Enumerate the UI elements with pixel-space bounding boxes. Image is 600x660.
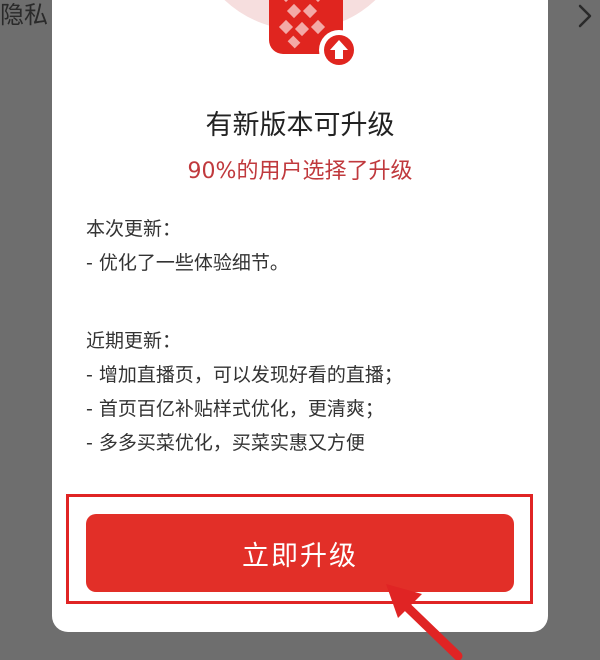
pinduoduo-app-icon bbox=[269, 0, 359, 70]
release-notes: 本次更新： - 优化了一些体验细节。 近期更新： - 增加直播页，可以发现好看的… bbox=[86, 212, 526, 460]
dialog-subtitle: 90%的用户选择了升级 bbox=[187, 159, 413, 184]
annotation-arrow-icon bbox=[386, 584, 463, 660]
background-page-title: 隐私 bbox=[0, 1, 48, 29]
chevron-right-icon bbox=[578, 4, 592, 28]
recent-update-item: - 首页百亿补贴样式优化，更清爽； bbox=[86, 398, 384, 420]
current-update-item: - 优化了一些体验细节。 bbox=[86, 252, 289, 274]
recent-updates-heading: 近期更新： bbox=[86, 330, 182, 352]
current-update-heading: 本次更新： bbox=[86, 218, 182, 240]
recent-update-item: - 增加直播页，可以发现好看的直播； bbox=[86, 364, 403, 386]
dialog-title: 有新版本可升级 bbox=[205, 110, 395, 141]
screen: 隐私 有新版本可升级 90%的用户选择了升级 本次更新： - 优化了一些体验细节… bbox=[0, 0, 600, 660]
recent-update-item: - 多多买菜优化，买菜实惠又方便 bbox=[86, 432, 365, 454]
